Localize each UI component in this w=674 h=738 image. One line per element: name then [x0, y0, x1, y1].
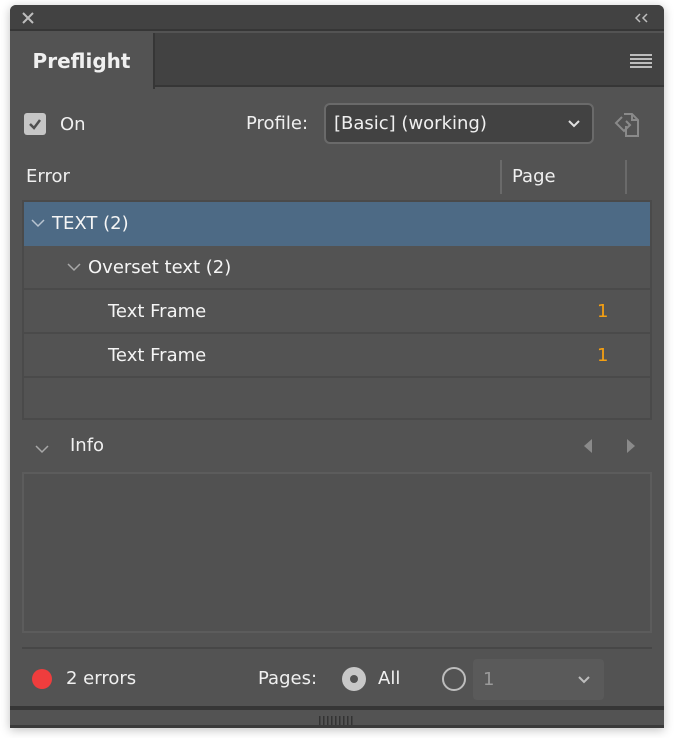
column-divider[interactable]: [625, 160, 627, 194]
triangle-right-icon[interactable]: [625, 438, 637, 458]
chevron-down-icon[interactable]: [34, 440, 50, 459]
info-section-header: Info: [22, 425, 652, 469]
pages-label: Pages:: [258, 668, 318, 689]
error-row-text-frame[interactable]: Text Frame 1: [24, 290, 650, 334]
error-status-icon: [32, 669, 52, 689]
all-label[interactable]: All: [378, 668, 400, 689]
error-row-text-frame[interactable]: Text Frame 1: [24, 334, 650, 378]
page-range-dropdown[interactable]: 1: [473, 659, 604, 700]
page-range-value: 1: [483, 669, 495, 690]
error-label: TEXT (2): [52, 212, 129, 234]
hamburger-menu-icon[interactable]: [630, 53, 652, 69]
error-label: Overset text (2): [88, 256, 232, 278]
chevron-down-icon: [566, 115, 582, 136]
on-label: On: [60, 113, 86, 135]
chevron-down-icon[interactable]: [30, 213, 46, 234]
footer-bar: 2 errors Pages: All 1: [10, 653, 664, 705]
on-checkbox[interactable]: [24, 113, 46, 135]
profile-label: Profile:: [246, 113, 309, 134]
profile-dropdown[interactable]: [Basic] (working): [324, 103, 594, 144]
divider: [22, 647, 652, 649]
error-list: TEXT (2) Overset text (2) Text Frame 1 T…: [22, 200, 652, 420]
column-divider[interactable]: [500, 160, 502, 194]
preflight-panel: Preflight On Profile: [Basic] (working): [10, 5, 664, 728]
error-label: Text Frame: [108, 300, 207, 322]
panel-titlebar: [10, 5, 664, 31]
error-row-text-category[interactable]: TEXT (2): [24, 202, 650, 246]
chevron-down-icon[interactable]: [66, 257, 82, 278]
page-link[interactable]: 1: [597, 345, 608, 366]
error-row-overset-text[interactable]: Overset text (2): [24, 246, 650, 290]
profile-value: [Basic] (working): [334, 113, 487, 134]
resize-grip-icon[interactable]: [318, 710, 356, 725]
chevron-down-icon: [576, 671, 592, 692]
panel-bottom-edge: [10, 725, 664, 728]
column-header: Error Page: [24, 160, 664, 196]
triangle-left-icon[interactable]: [582, 438, 594, 458]
radio-all[interactable]: [342, 667, 366, 691]
radio-page-range[interactable]: [442, 667, 466, 691]
error-label: Text Frame: [108, 344, 207, 366]
tab-bar: Preflight: [10, 33, 664, 89]
info-content-box: [22, 472, 652, 633]
double-chevron-left-icon[interactable]: [632, 10, 652, 26]
column-error[interactable]: Error: [26, 166, 70, 187]
error-count[interactable]: 2 errors: [66, 668, 136, 689]
info-label: Info: [70, 435, 105, 456]
preflight-on-toggle: On: [24, 104, 86, 144]
checkmark-icon: [29, 119, 41, 130]
tab-preflight[interactable]: Preflight: [10, 33, 155, 89]
column-page[interactable]: Page: [512, 166, 556, 187]
page-link[interactable]: 1: [597, 301, 608, 322]
define-profiles-icon[interactable]: [612, 108, 644, 140]
close-icon[interactable]: [20, 10, 36, 26]
